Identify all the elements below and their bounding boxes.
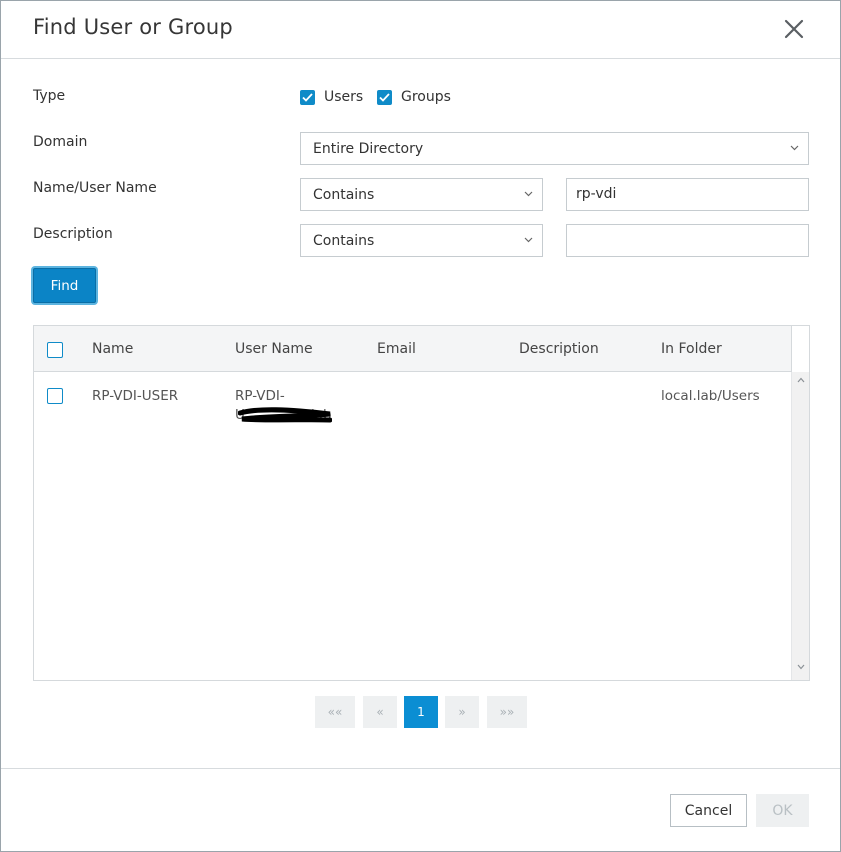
domain-select[interactable]: Entire Directory	[300, 132, 809, 165]
column-header-in-folder[interactable]: In Folder	[661, 341, 722, 357]
previous-page-button[interactable]: «	[363, 696, 397, 728]
domain-select-value: Entire Directory	[313, 141, 424, 157]
description-operator-value: Contains	[313, 233, 375, 249]
type-label: Type	[33, 88, 66, 104]
dialog-footer: Cancel OK	[1, 768, 840, 852]
column-header-user-name[interactable]: User Name	[235, 341, 313, 357]
check-icon	[302, 93, 313, 102]
users-checkbox[interactable]	[300, 90, 315, 105]
name-input-value: rp-vdi	[576, 186, 617, 202]
find-button[interactable]: Find	[33, 268, 96, 303]
chevron-up-icon[interactable]	[797, 377, 805, 383]
first-page-button[interactable]: ««	[315, 696, 355, 728]
chevron-down-icon	[790, 145, 799, 151]
close-button[interactable]	[780, 15, 808, 45]
vertical-scrollbar[interactable]	[791, 372, 809, 680]
column-header-description[interactable]: Description	[519, 341, 599, 357]
name-operator-value: Contains	[313, 187, 375, 203]
name-operator-select[interactable]: Contains	[300, 178, 543, 211]
grid-header: Name User Name Email Description In Fold…	[34, 326, 792, 372]
cell-in-folder: local.lab/Users	[661, 388, 760, 404]
chevron-down-icon[interactable]	[797, 664, 805, 670]
page-1-button[interactable]: 1	[404, 696, 438, 728]
domain-label: Domain	[33, 134, 88, 150]
users-checkbox-label[interactable]: Users	[324, 89, 363, 105]
cell-name: RP-VDI-USER	[92, 388, 179, 404]
groups-checkbox[interactable]	[377, 90, 392, 105]
row-checkbox[interactable]	[47, 388, 63, 404]
chevron-down-icon	[524, 237, 533, 243]
next-page-button[interactable]: »	[445, 696, 479, 728]
name-input[interactable]: rp-vdi	[566, 178, 809, 211]
groups-checkbox-label[interactable]: Groups	[401, 89, 451, 105]
redaction-scribble	[238, 407, 332, 423]
chevron-down-icon	[524, 191, 533, 197]
check-icon	[379, 93, 390, 102]
table-row[interactable]: RP-VDI-USER RP-VDI- U lab local.lab/User…	[34, 372, 791, 432]
close-icon	[784, 19, 804, 38]
cell-user-name-line1: RP-VDI-	[235, 388, 285, 404]
description-input[interactable]	[566, 224, 809, 257]
last-page-button[interactable]: »»	[487, 696, 527, 728]
dialog-header: Find User or Group	[1, 1, 840, 59]
dialog-title: Find User or Group	[33, 15, 233, 39]
select-all-checkbox[interactable]	[47, 342, 63, 358]
column-header-name[interactable]: Name	[92, 341, 133, 357]
description-label: Description	[33, 226, 113, 242]
name-label: Name/User Name	[33, 180, 157, 196]
description-operator-select[interactable]: Contains	[300, 224, 543, 257]
ok-button[interactable]: OK	[756, 794, 809, 827]
column-header-email[interactable]: Email	[377, 341, 416, 357]
find-user-or-group-dialog: Find User or Group Type Users Groups Dom…	[0, 0, 841, 852]
results-grid: Name User Name Email Description In Fold…	[33, 325, 810, 681]
cancel-button[interactable]: Cancel	[670, 794, 747, 827]
